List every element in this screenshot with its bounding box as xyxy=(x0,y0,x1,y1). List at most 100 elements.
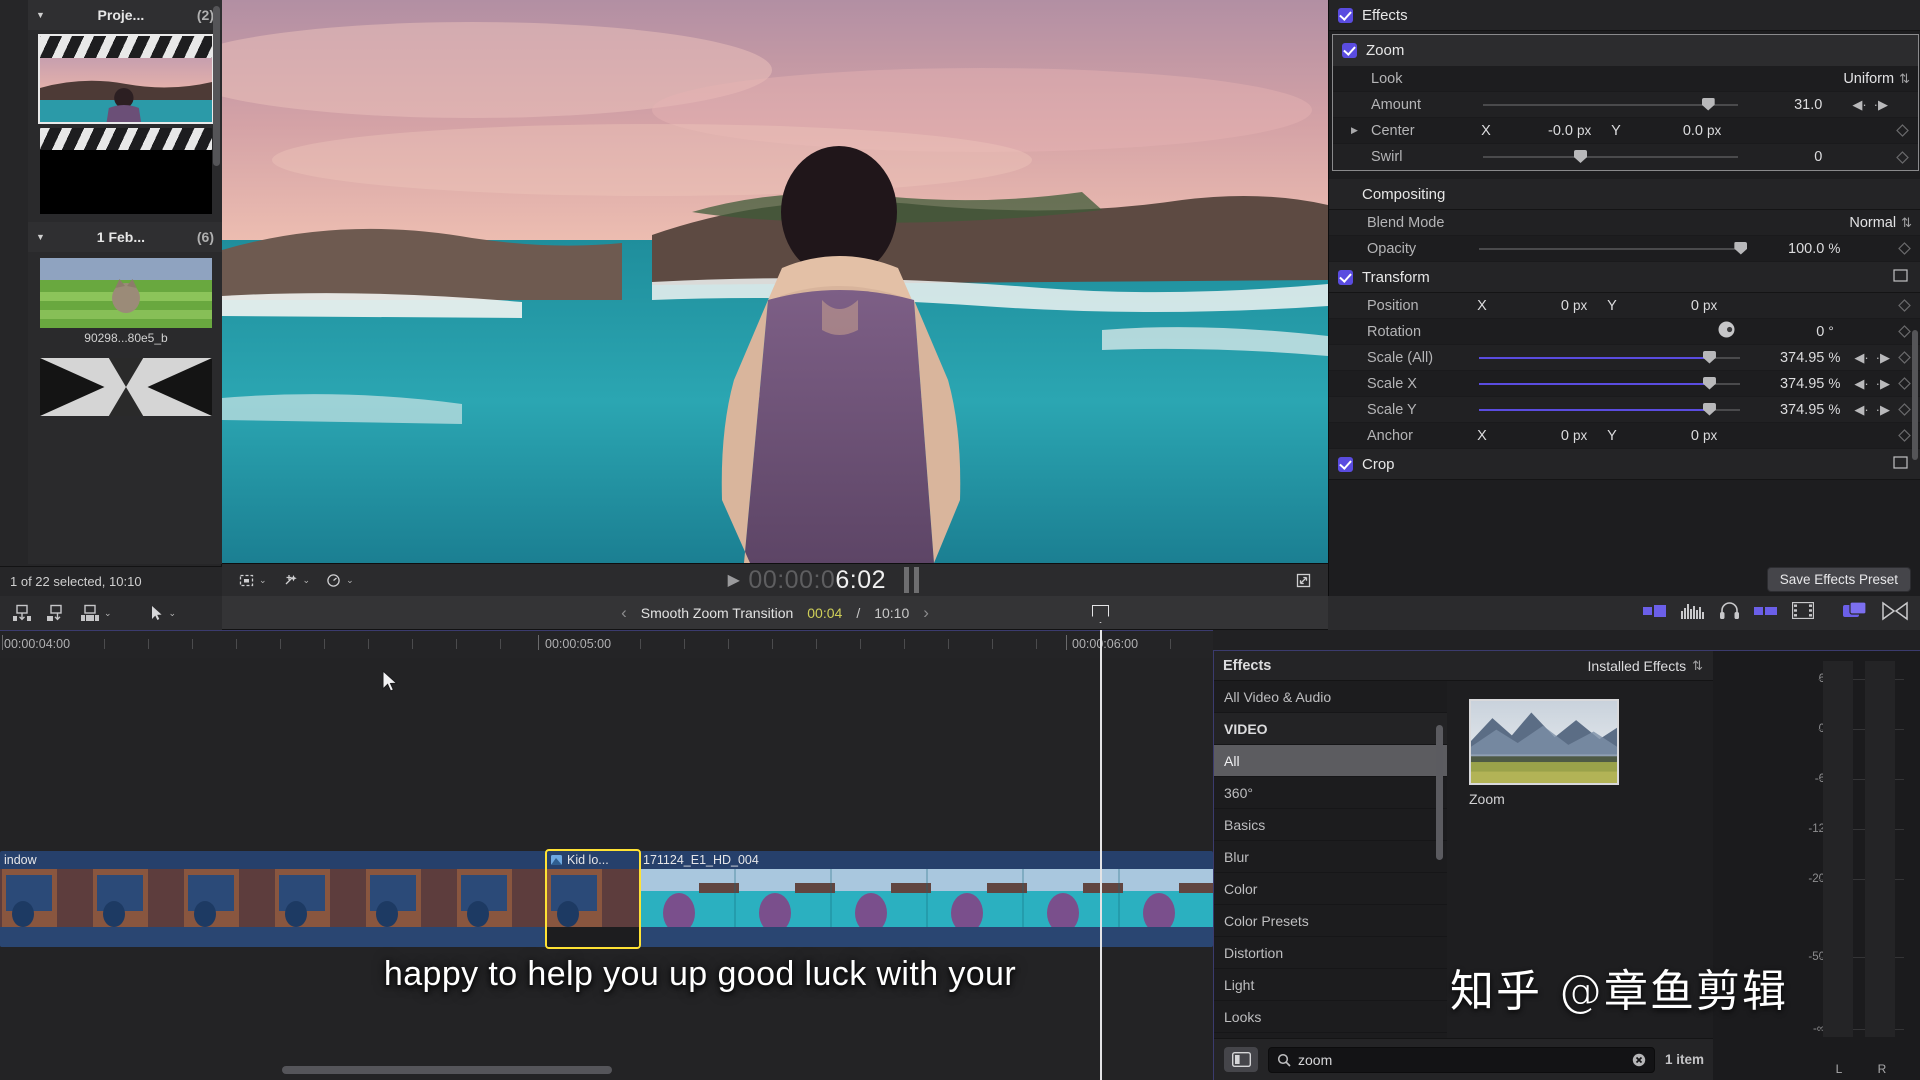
inspector-compositing-header[interactable]: Compositing xyxy=(1329,179,1920,210)
slider-knob[interactable] xyxy=(1703,351,1716,364)
center-x-value[interactable]: -0.0 xyxy=(1499,123,1573,139)
keyframe-nav[interactable]: ◀· ·▶ xyxy=(1854,376,1890,392)
filmstrip-icon[interactable] xyxy=(1792,602,1814,624)
scale-x-value[interactable]: 374.95 xyxy=(1750,376,1824,392)
crop-onscreen-controls-icon[interactable] xyxy=(1893,456,1908,473)
disclosure-triangle-icon[interactable]: ▶ xyxy=(1351,125,1358,136)
timeline-tracks-area[interactable]: indow xyxy=(0,658,1213,1080)
sidebar-toggle-button[interactable] xyxy=(1224,1047,1258,1072)
fullscreen-button[interactable] xyxy=(1289,569,1318,592)
center-y-value[interactable]: 0.0 xyxy=(1629,123,1703,139)
chevron-down-icon[interactable]: ⌄ xyxy=(259,575,267,586)
timeline-right-tools[interactable] xyxy=(1328,596,1920,630)
transform-onscreen-controls-icon[interactable] xyxy=(1893,269,1908,286)
next-keyframe-icon[interactable]: ·▶ xyxy=(1876,402,1890,418)
prev-keyframe-icon[interactable]: ◀· xyxy=(1854,376,1868,392)
table-row[interactable]: 171124_E1_HD_004 xyxy=(639,851,1213,947)
prev-keyframe-icon[interactable]: ◀· xyxy=(1854,350,1868,366)
inspector-row-anchor[interactable]: Anchor X 0 px Y 0 px xyxy=(1329,423,1920,449)
chevron-down-icon[interactable]: ⌄ xyxy=(303,575,311,586)
table-row[interactable]: indow xyxy=(0,851,547,947)
crop-checkbox[interactable] xyxy=(1338,457,1353,472)
fx-category-color-presets[interactable]: Color Presets xyxy=(1214,905,1447,937)
keyframe-diamond-icon[interactable] xyxy=(1898,429,1911,442)
inspector-transform-header[interactable]: Transform xyxy=(1329,262,1920,293)
rotation-dial[interactable] xyxy=(1717,320,1736,343)
insert-clip-button[interactable] xyxy=(40,600,72,626)
chevron-down-icon[interactable]: ⌄ xyxy=(104,608,112,619)
transitions-browser-icon[interactable] xyxy=(1882,601,1908,626)
inspector-vertical-scrollbar[interactable] xyxy=(1912,330,1918,460)
keyframe-diamond-icon[interactable] xyxy=(1896,124,1909,137)
select-tool-button[interactable]: ⌄ xyxy=(141,601,182,625)
timeline-toolbar[interactable]: ⌄ ⌄ xyxy=(0,596,222,630)
next-keyframe-icon[interactable]: ·▶ xyxy=(1874,97,1888,113)
browser-group-header-projects[interactable]: ▼ Proje... (2) xyxy=(28,0,222,30)
disclosure-triangle-icon[interactable]: ▼ xyxy=(36,10,45,20)
keyframe-nav[interactable]: ◀· ·▶ xyxy=(1854,350,1890,366)
viewer-timecode-display[interactable]: ▶ 00:00:06:02 xyxy=(363,566,1285,595)
browser-clip-thumbnail-2[interactable] xyxy=(28,122,222,214)
popup-chevrons-icon[interactable]: ⇅ xyxy=(1901,215,1912,231)
timeline-ruler[interactable]: 00:00:04:00 00:00:05:00 00:00:06:00 xyxy=(0,630,1213,658)
browser-clip-thumbnail-4[interactable] xyxy=(28,352,222,416)
zoom-checkbox[interactable] xyxy=(1342,43,1357,58)
scale-all-value[interactable]: 374.95 xyxy=(1750,350,1824,366)
effects-browser-footer[interactable]: zoom 1 item xyxy=(1214,1038,1714,1080)
index-icon[interactable] xyxy=(1643,604,1667,623)
look-popup[interactable]: Uniform ⇅ xyxy=(1473,71,1918,87)
keyframe-nav[interactable]: ◀· ·▶ xyxy=(1854,402,1890,418)
scale-y-value[interactable]: 374.95 xyxy=(1750,402,1824,418)
browser-clip-thumbnail-1[interactable] xyxy=(28,30,222,122)
opacity-value[interactable]: 100.0 xyxy=(1750,241,1824,257)
viewer-toolbar[interactable]: ⌄ ⌄ ⌄ ▶ 00:00:06:02 xyxy=(222,563,1328,596)
zoom-effect-header[interactable]: Zoom xyxy=(1333,35,1918,66)
blend-mode-popup[interactable]: Normal ⇅ xyxy=(1469,215,1920,231)
keyframe-diamond-icon[interactable] xyxy=(1898,325,1911,338)
enhancements-button[interactable]: ⌄ xyxy=(276,569,316,592)
popup-chevrons-icon[interactable]: ⇅ xyxy=(1899,71,1910,87)
keyframe-diamond-icon[interactable] xyxy=(1896,151,1909,164)
keyframe-diamond-icon[interactable] xyxy=(1898,299,1911,312)
effects-search-field[interactable]: zoom xyxy=(1268,1047,1655,1073)
next-keyframe-icon[interactable]: ·▶ xyxy=(1876,376,1890,392)
append-to-storyline-button[interactable] xyxy=(6,600,38,626)
clear-search-icon[interactable] xyxy=(1632,1053,1646,1067)
chevron-down-icon[interactable]: ⌄ xyxy=(169,608,177,619)
fx-category-360[interactable]: 360° xyxy=(1214,777,1447,809)
timeline-horizontal-scrollbar[interactable] xyxy=(282,1066,612,1074)
popup-chevrons-icon[interactable]: ⇅ xyxy=(1692,658,1703,674)
effects-browser-icon[interactable] xyxy=(1842,601,1868,626)
viewer-canvas[interactable] xyxy=(222,0,1328,563)
slider-knob[interactable] xyxy=(1703,403,1716,416)
inspector-panel[interactable]: Effects Zoom Look Uniform ⇅ Amount 31.0 xyxy=(1328,0,1920,596)
swirl-slider[interactable] xyxy=(1483,156,1738,158)
swirl-value[interactable]: 0 xyxy=(1748,149,1822,165)
position-x-value[interactable]: 0 xyxy=(1495,298,1569,314)
browser-clip-list[interactable]: ▼ Proje... (2) xyxy=(28,0,222,564)
keyframe-diamond-icon[interactable] xyxy=(1898,351,1911,364)
scale-all-slider[interactable] xyxy=(1479,357,1740,359)
inspector-row-scale-x[interactable]: Scale X 374.95 % ◀· ·▶ xyxy=(1329,371,1920,397)
slider-knob[interactable] xyxy=(1703,377,1716,390)
slider-knob[interactable] xyxy=(1574,150,1587,163)
anchor-y-value[interactable]: 0 xyxy=(1625,428,1699,444)
fx-category-looks[interactable]: Looks xyxy=(1214,1001,1447,1033)
play-icon[interactable]: ▶ xyxy=(728,570,741,590)
project-navigation-bar[interactable]: ‹ Smooth Zoom Transition 00:04 / 10:10 › xyxy=(222,596,1328,630)
anchor-x-value[interactable]: 0 xyxy=(1495,428,1569,444)
inspector-row-blend-mode[interactable]: Blend Mode Normal ⇅ xyxy=(1329,210,1920,236)
scale-x-slider[interactable] xyxy=(1479,383,1740,385)
previous-project-button[interactable]: ‹ xyxy=(621,603,627,623)
headphones-icon[interactable] xyxy=(1719,601,1740,625)
timeline-storyline[interactable]: indow xyxy=(0,851,1213,947)
amount-value[interactable]: 31.0 xyxy=(1748,97,1822,113)
table-row[interactable]: Kid lo... xyxy=(547,851,639,947)
crop-tool-button[interactable]: ⌄ xyxy=(232,569,272,592)
inspector-row-scale-y[interactable]: Scale Y 374.95 % ◀· ·▶ xyxy=(1329,397,1920,423)
fx-category-color[interactable]: Color xyxy=(1214,873,1447,905)
timeline-playhead[interactable] xyxy=(1100,630,1102,1080)
browser-group-header-feb[interactable]: ▼ 1 Feb... (6) xyxy=(28,222,222,252)
keyframe-diamond-icon[interactable] xyxy=(1896,98,1909,111)
retime-button[interactable]: ⌄ xyxy=(319,569,359,592)
